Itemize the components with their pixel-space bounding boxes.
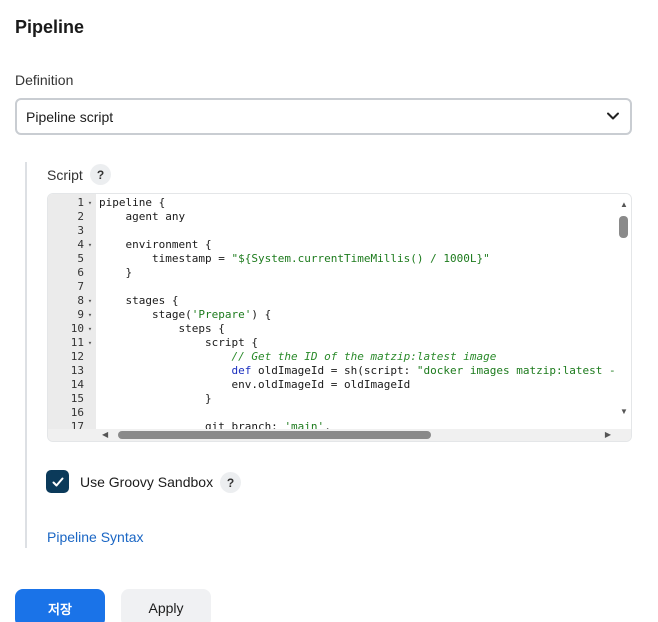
- code-text: def oldImageId = sh(script: "docker imag…: [231, 364, 618, 377]
- line-number: 3: [77, 224, 84, 237]
- code-line[interactable]: 15 }: [48, 392, 618, 406]
- fold-arrow-icon[interactable]: ▾: [84, 322, 96, 336]
- code-line[interactable]: 11 ▾ script {: [48, 336, 618, 350]
- scroll-down-icon[interactable]: ▼: [620, 407, 628, 416]
- horizontal-scroll-thumb[interactable]: [118, 431, 431, 439]
- code-text: environment {: [99, 238, 212, 251]
- script-label: Script: [47, 167, 83, 183]
- code-line[interactable]: 8 ▾ stages {: [48, 294, 618, 308]
- editor-code-area[interactable]: 1 ▾ pipeline {2 agent any 3 4 ▾ environment {…: [48, 196, 618, 432]
- line-number: 11: [70, 336, 84, 349]
- vertical-scrollbar[interactable]: ▲ ▼: [616, 194, 631, 430]
- page-title: Pipeline: [15, 17, 85, 37]
- line-number: 13: [70, 364, 84, 377]
- code-line[interactable]: 10 ▾ steps {: [48, 322, 618, 336]
- code-line[interactable]: 9 ▾ stage('Prepare') {: [48, 308, 618, 322]
- line-number: 14: [70, 378, 84, 391]
- code-line[interactable]: 16: [48, 406, 618, 420]
- horizontal-scrollbar[interactable]: ◀ ▶: [96, 429, 631, 441]
- fold-arrow-icon[interactable]: ▾: [84, 336, 96, 350]
- code-line[interactable]: 14 env.oldImageId = oldImageId: [48, 378, 618, 392]
- code-line[interactable]: 4 ▾ environment {: [48, 238, 618, 252]
- code-text: pipeline {: [99, 196, 166, 209]
- scroll-up-icon[interactable]: ▲: [620, 200, 628, 209]
- code-text: stage('Prepare') {: [99, 308, 272, 321]
- definition-select-value: Pipeline script: [26, 108, 114, 125]
- code-line[interactable]: 2 agent any: [48, 210, 618, 224]
- chevron-down-icon: [607, 112, 619, 120]
- checkmark-icon: [52, 477, 63, 486]
- definition-label: Definition: [15, 72, 74, 88]
- sandbox-checkbox[interactable]: [46, 470, 69, 493]
- code-text: script {: [99, 336, 258, 349]
- line-number: 4: [77, 238, 84, 251]
- code-line[interactable]: 3: [48, 224, 618, 238]
- definition-select[interactable]: Pipeline script: [15, 98, 632, 135]
- line-number: 15: [70, 392, 84, 405]
- code-text: timestamp = "${System.currentTimeMillis(…: [99, 252, 490, 265]
- gutter-scroll-corner: [48, 429, 96, 441]
- line-number: 8: [77, 294, 84, 307]
- scroll-right-icon[interactable]: ▶: [605, 429, 611, 441]
- fold-arrow-icon[interactable]: ▾: [84, 238, 96, 252]
- line-number: 9: [77, 308, 84, 321]
- line-number: 7: [77, 280, 84, 293]
- save-button[interactable]: 저장: [15, 589, 105, 622]
- fold-arrow-icon[interactable]: ▾: [84, 196, 96, 210]
- code-line[interactable]: 7: [48, 280, 618, 294]
- code-line[interactable]: 13 def oldImageId = sh(script: "docker i…: [48, 364, 618, 378]
- line-number: 12: [70, 350, 84, 363]
- code-line[interactable]: 12 // Get the ID of the matzip:latest im…: [48, 350, 618, 364]
- line-number: 5: [77, 252, 84, 265]
- sandbox-label[interactable]: Use Groovy Sandbox: [80, 474, 213, 490]
- line-number: 10: [70, 322, 84, 335]
- code-text: steps {: [99, 322, 225, 335]
- script-help-icon[interactable]: ?: [90, 164, 111, 185]
- line-number: 2: [77, 210, 84, 223]
- script-editor[interactable]: 1 ▾ pipeline {2 agent any 3 4 ▾ environment {…: [47, 193, 632, 442]
- line-number: 6: [77, 266, 84, 279]
- sandbox-help-icon[interactable]: ?: [220, 472, 241, 493]
- scroll-left-icon[interactable]: ◀: [102, 429, 108, 441]
- code-text: // Get the ID of the matzip:latest image: [231, 350, 497, 363]
- code-line[interactable]: 6 }: [48, 266, 618, 280]
- pipeline-syntax-link[interactable]: Pipeline Syntax: [47, 529, 144, 545]
- code-text: }: [99, 392, 212, 405]
- section-divider-line: [25, 162, 27, 548]
- line-number: 1: [77, 196, 84, 209]
- fold-arrow-icon[interactable]: ▾: [84, 308, 96, 322]
- vertical-scroll-thumb[interactable]: [619, 216, 628, 238]
- fold-arrow-icon[interactable]: ▾: [84, 294, 96, 308]
- code-text: }: [99, 266, 133, 279]
- line-number: 16: [70, 406, 84, 419]
- apply-button[interactable]: Apply: [121, 589, 211, 622]
- code-text: env.oldImageId = oldImageId: [99, 378, 411, 391]
- code-text: stages {: [99, 294, 179, 307]
- code-line[interactable]: 1 ▾ pipeline {: [48, 196, 618, 210]
- code-line[interactable]: 5 timestamp = "${System.currentTimeMilli…: [48, 252, 618, 266]
- code-text: agent any: [99, 210, 186, 223]
